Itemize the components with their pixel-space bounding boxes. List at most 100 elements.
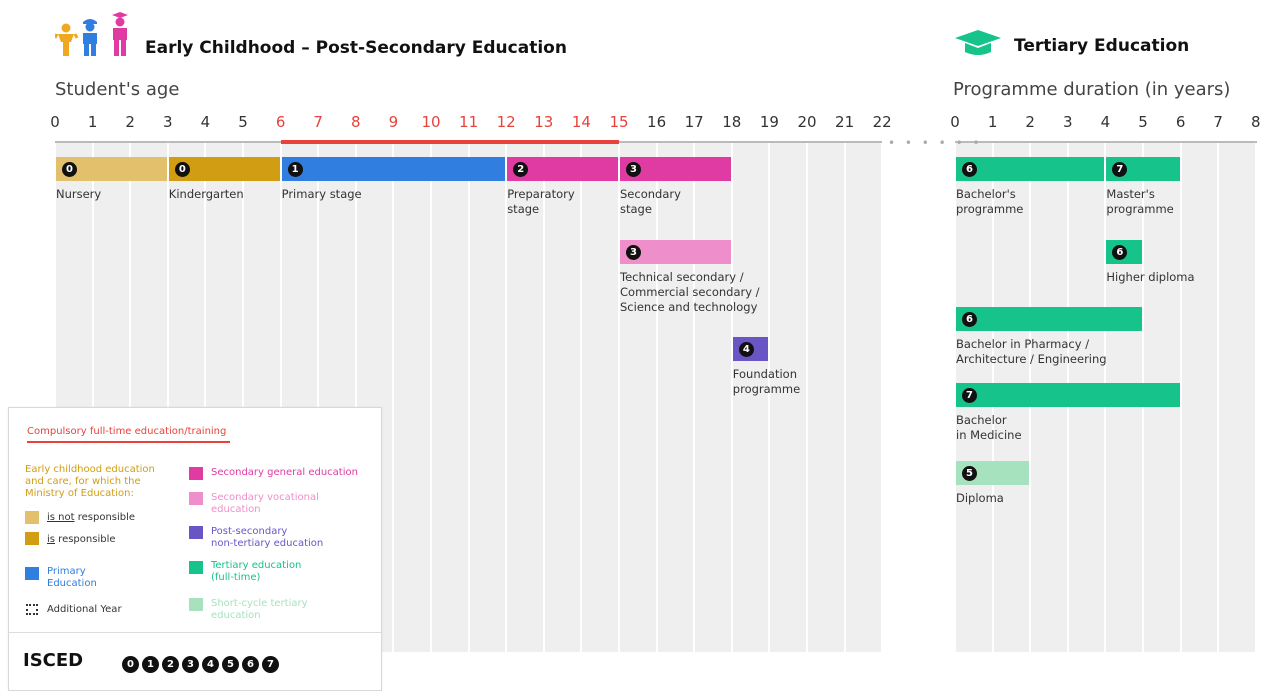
duration-axis-line bbox=[955, 141, 1257, 143]
age-column bbox=[657, 143, 694, 652]
isced-level-badge: 4 bbox=[202, 656, 219, 673]
isced-badge: 4 bbox=[738, 342, 754, 357]
age-tick-label: 3 bbox=[163, 113, 173, 131]
age-column bbox=[582, 143, 618, 652]
age-tick-label: 10 bbox=[421, 113, 441, 131]
programme-label: Kindergarten bbox=[168, 187, 244, 201]
age-tick-label: 0 bbox=[50, 113, 60, 131]
isced-badge: 0 bbox=[62, 162, 77, 177]
duration-tick-label: 0 bbox=[950, 113, 960, 131]
programme-label: Primary stage bbox=[281, 187, 362, 201]
isced-badge: 3 bbox=[626, 162, 641, 177]
isced-badge: 6 bbox=[962, 162, 977, 177]
programme-bar bbox=[956, 307, 1142, 331]
left-title: Early Childhood – Post-Secondary Educati… bbox=[145, 38, 567, 58]
age-column bbox=[845, 143, 882, 652]
programme-label: Nursery bbox=[56, 187, 102, 201]
age-tick-label: 9 bbox=[388, 113, 399, 131]
isced-level-badge: 3 bbox=[182, 656, 199, 673]
age-tick-label: 22 bbox=[872, 113, 892, 131]
age-tick-label: 14 bbox=[571, 113, 591, 131]
age-tick-label: 13 bbox=[534, 113, 554, 131]
duration-column bbox=[1219, 143, 1255, 652]
graduation-cap-icon bbox=[953, 30, 1003, 58]
legend-primary: Primary Education bbox=[47, 566, 97, 589]
legend-panel: Compulsory full-time education/training … bbox=[8, 407, 382, 691]
legend-swatch-kindergarten bbox=[25, 532, 39, 545]
legend-post-secondary: Post-secondary non-tertiary education bbox=[211, 526, 324, 549]
age-column bbox=[394, 143, 430, 652]
duration-tick-label: 2 bbox=[1025, 113, 1035, 131]
age-tick-label: 5 bbox=[238, 113, 248, 131]
age-tick-label: 7 bbox=[313, 113, 323, 131]
right-title: Tertiary Education bbox=[1014, 36, 1190, 56]
age-tick-label: 12 bbox=[496, 113, 516, 131]
legend-ecec-not-prefix: is not bbox=[47, 512, 75, 523]
duration-tick-label: 4 bbox=[1100, 113, 1111, 131]
programme-bar bbox=[956, 157, 1105, 181]
programme-label: Foundation programme bbox=[732, 367, 801, 396]
duration-column bbox=[1181, 143, 1218, 652]
isced-level-badge: 1 bbox=[142, 656, 159, 673]
age-tick-label: 11 bbox=[459, 113, 479, 131]
legend-divider bbox=[9, 632, 381, 633]
legend-swatch-primary bbox=[25, 567, 39, 580]
programme-bar bbox=[956, 383, 1180, 407]
duration-tick-label: 1 bbox=[987, 113, 998, 131]
legend-ecec-heading: Early childhood education and care, for … bbox=[25, 464, 155, 499]
age-column bbox=[732, 143, 769, 652]
programme-label: Bachelor's programme bbox=[956, 187, 1024, 216]
legend-ecec-is: is responsible bbox=[47, 534, 116, 546]
legend-ecec-is-suffix: responsible bbox=[55, 534, 116, 545]
programme-bar bbox=[281, 157, 506, 181]
isced-levels: 01234567 bbox=[122, 652, 282, 673]
programme-label: Bachelor in Medicine bbox=[956, 413, 1022, 442]
isced-badge: 6 bbox=[962, 312, 977, 327]
programme-label: Diploma bbox=[956, 491, 1004, 505]
programme-label: Secondary stage bbox=[620, 187, 681, 216]
duration-tick-label: 8 bbox=[1251, 113, 1261, 131]
age-column bbox=[808, 143, 844, 652]
isced-badge: 5 bbox=[962, 466, 977, 481]
axis-gap-dots: • • • • • • bbox=[888, 136, 983, 150]
programme-label: Preparatory stage bbox=[507, 187, 575, 216]
age-axis-label: Student's age bbox=[55, 79, 180, 100]
legend-swatch-nursery bbox=[25, 511, 39, 524]
age-tick-label: 8 bbox=[351, 113, 361, 131]
age-tick-label: 18 bbox=[722, 113, 742, 131]
age-column bbox=[770, 143, 806, 652]
isced-level-badge: 0 bbox=[122, 656, 139, 673]
legend-swatch-post-secondary bbox=[189, 526, 203, 539]
legend-short-cycle: Short-cycle tertiary education bbox=[211, 598, 308, 621]
programme-label: Technical secondary / Commercial seconda… bbox=[620, 270, 760, 314]
stage-divider bbox=[1104, 157, 1107, 181]
age-column bbox=[507, 143, 543, 652]
duration-axis-label: Programme duration (in years) bbox=[953, 79, 1231, 100]
duration-tick-label: 5 bbox=[1138, 113, 1148, 131]
age-tick-label: 2 bbox=[125, 113, 135, 131]
legend-secondary-vocational: Secondary vocational education bbox=[211, 492, 319, 515]
isced-badge: 3 bbox=[626, 245, 641, 260]
age-tick-label: 4 bbox=[200, 113, 211, 131]
age-tick-label: 15 bbox=[609, 113, 629, 131]
duration-tick-label: 6 bbox=[1175, 113, 1186, 131]
age-tick-label: 21 bbox=[835, 113, 855, 131]
isced-badge: 1 bbox=[287, 162, 303, 177]
age-column bbox=[432, 143, 468, 652]
duration-tick-label: 3 bbox=[1063, 113, 1073, 131]
age-tick-label: 19 bbox=[759, 113, 779, 131]
legend-ecec-not-suffix: responsible bbox=[74, 512, 136, 523]
age-column bbox=[695, 143, 731, 652]
isced-level-badge: 6 bbox=[242, 656, 259, 673]
isced-badge: 7 bbox=[962, 388, 977, 403]
isced-level-badge: 2 bbox=[162, 656, 179, 673]
legend-ecec-is-prefix: is bbox=[47, 534, 55, 545]
legend-tertiary: Tertiary education (full-time) bbox=[211, 560, 302, 583]
age-tick-label: 17 bbox=[684, 113, 704, 131]
legend-compulsory-line bbox=[27, 441, 230, 443]
isced-level-badge: 7 bbox=[262, 656, 279, 673]
duration-tick-label: 7 bbox=[1213, 113, 1223, 131]
age-column bbox=[544, 143, 581, 652]
legend-swatch-short-cycle bbox=[189, 598, 203, 611]
legend-secondary-general: Secondary general education bbox=[211, 467, 358, 478]
